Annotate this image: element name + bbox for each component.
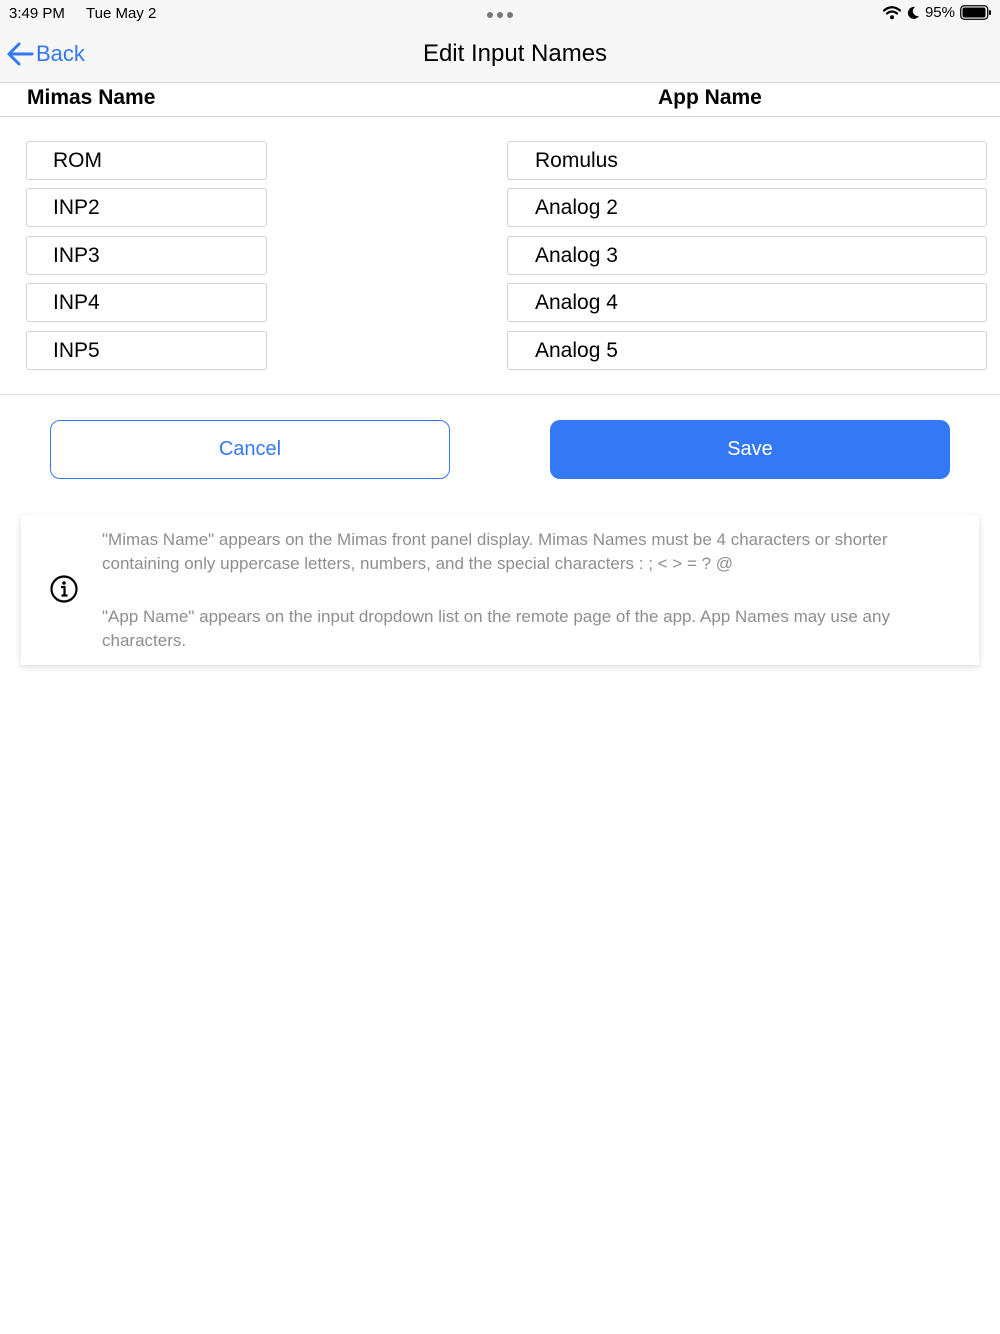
save-button[interactable]: Save — [550, 420, 950, 479]
status-date: Tue May 2 — [86, 5, 157, 22]
wifi-icon — [882, 5, 901, 19]
info-icon — [50, 575, 78, 603]
mimas-name-field[interactable]: INP3 — [26, 236, 267, 275]
status-time: 3:49 PM — [9, 5, 65, 22]
app-name-field[interactable]: Analog 3 — [507, 236, 987, 275]
mimas-name-field[interactable]: INP5 — [26, 331, 267, 370]
app-name-field[interactable]: Romulus — [507, 141, 987, 180]
mimas-name-help-text: "Mimas Name" appears on the Mimas front … — [102, 530, 888, 573]
section-divider — [0, 394, 1000, 395]
page-title: Edit Input Names — [422, 40, 608, 67]
mimas-name-header: Mimas Name — [27, 86, 156, 109]
mimas-name-field[interactable]: INP2 — [26, 188, 267, 227]
multitasking-dots-icon[interactable] — [485, 8, 515, 22]
battery-icon — [960, 5, 991, 20]
battery-percent: 95% — [924, 4, 955, 21]
app-name-help-text: "App Name" appears on the input dropdown… — [102, 607, 890, 650]
status-indicators: 95% — [882, 4, 992, 21]
app-name-field[interactable]: Analog 4 — [507, 283, 987, 322]
app-name-header: App Name — [658, 86, 762, 109]
info-card: "Mimas Name" appears on the Mimas front … — [21, 515, 979, 665]
column-headers: Mimas Name App Name — [0, 83, 1000, 117]
app-name-field[interactable]: Analog 2 — [507, 188, 987, 227]
app-name-field[interactable]: Analog 5 — [507, 331, 987, 370]
navigation-bar: Back Edit Input Names — [0, 28, 1000, 83]
mimas-name-field[interactable]: INP4 — [26, 283, 267, 322]
cancel-button[interactable]: Cancel — [50, 420, 450, 479]
mimas-name-field[interactable]: ROM — [26, 141, 267, 180]
status-bar: 3:49 PM Tue May 2 95% — [0, 0, 1000, 28]
moon-icon — [907, 6, 919, 19]
